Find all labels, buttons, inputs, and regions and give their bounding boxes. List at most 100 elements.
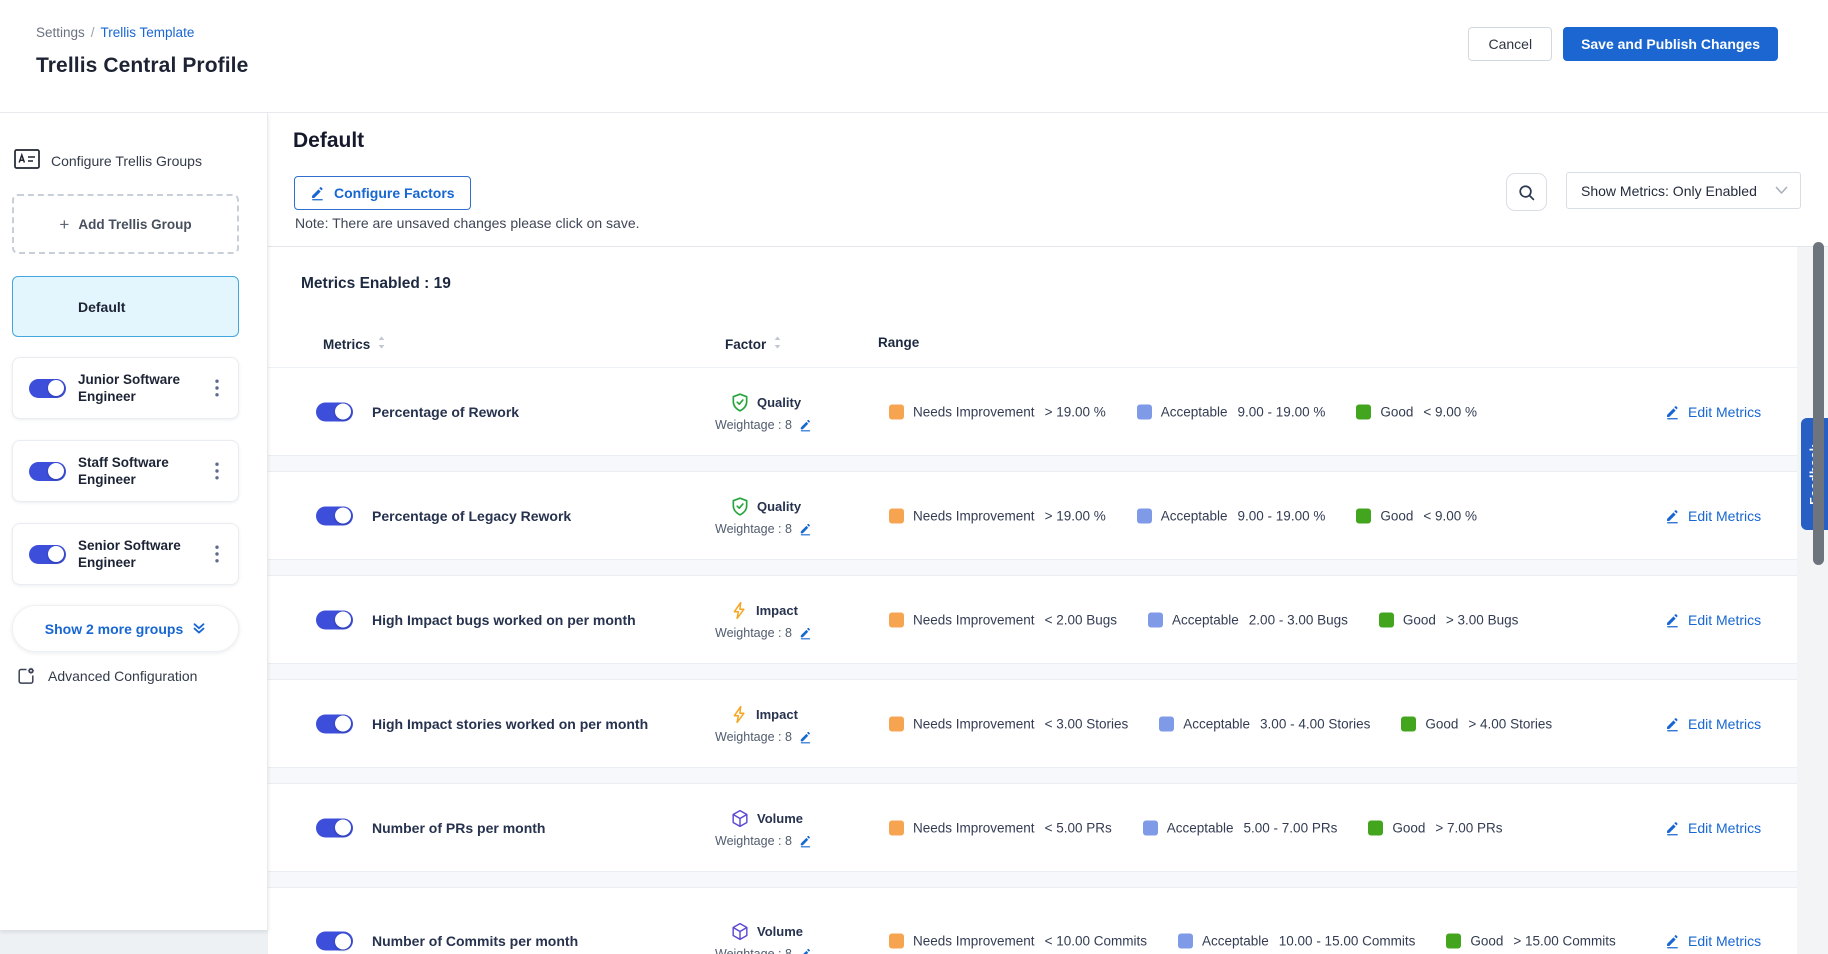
- edit-metrics-link[interactable]: Edit Metrics: [1665, 508, 1761, 524]
- edit-metrics-link[interactable]: Edit Metrics: [1665, 716, 1761, 732]
- chevron-down-icon: [1775, 186, 1788, 195]
- cancel-button[interactable]: Cancel: [1468, 27, 1552, 61]
- metric-enabled-toggle[interactable]: [316, 714, 353, 733]
- range-label: Good: [1380, 508, 1413, 523]
- group-enabled-toggle[interactable]: [29, 545, 66, 564]
- weightage-label: Weightage : 8: [715, 626, 792, 640]
- plus-icon: +: [59, 216, 69, 233]
- search-button[interactable]: [1506, 173, 1547, 211]
- configure-factors-button[interactable]: Configure Factors: [294, 176, 471, 210]
- kebab-menu-icon[interactable]: [208, 458, 226, 484]
- breadcrumb-trellis-template[interactable]: Trellis Template: [101, 25, 195, 40]
- range-color-swatch: [889, 612, 904, 627]
- metric-enabled-toggle[interactable]: [316, 506, 353, 525]
- metric-name: Number of PRs per month: [372, 820, 545, 836]
- range-color-swatch: [889, 508, 904, 523]
- metric-row: Number of PRs per month Volume Weightage :…: [268, 784, 1797, 871]
- range-value: < 5.00 PRs: [1045, 820, 1112, 835]
- pencil-icon: [310, 185, 325, 201]
- range-value: > 7.00 PRs: [1435, 820, 1502, 835]
- weightage-edit-icon[interactable]: [799, 626, 812, 640]
- group-enabled-toggle[interactable]: [29, 462, 66, 481]
- kebab-menu-icon[interactable]: [208, 375, 226, 401]
- range-label: Acceptable: [1161, 404, 1228, 419]
- pencil-icon: [1665, 404, 1680, 420]
- show-metrics-dropdown-value: Show Metrics: Only Enabled: [1581, 183, 1757, 199]
- save-publish-button[interactable]: Save and Publish Changes: [1563, 27, 1778, 61]
- factor-header: Impact: [730, 600, 812, 621]
- metric-name: Percentage of Legacy Rework: [372, 508, 571, 524]
- factor-header: Quality: [730, 496, 812, 517]
- weightage-label: Weightage : 8: [715, 522, 792, 536]
- column-header-factor[interactable]: Factor: [725, 335, 782, 353]
- row-separator: [268, 663, 1797, 680]
- edit-metrics-link[interactable]: Edit Metrics: [1665, 933, 1761, 949]
- metric-row: Percentage of Legacy Rework Quality Weight…: [268, 472, 1797, 559]
- edit-metrics-link[interactable]: Edit Metrics: [1665, 820, 1761, 836]
- breadcrumb-settings[interactable]: Settings: [36, 25, 85, 40]
- range-label: Good: [1403, 612, 1436, 627]
- show-more-groups-button[interactable]: Show 2 more groups: [12, 605, 239, 652]
- range-color-swatch: [1401, 716, 1416, 731]
- range-color-swatch: [1379, 612, 1394, 627]
- range-color-swatch: [1368, 820, 1383, 835]
- range-cell: Needs Improvement< 3.00 Stories Acceptabl…: [889, 716, 1629, 731]
- weightage-label: Weightage : 8: [715, 418, 792, 432]
- weightage-edit-icon[interactable]: [799, 730, 812, 744]
- range-item: Needs Improvement< 3.00 Stories: [889, 716, 1128, 731]
- factor-name: Quality: [757, 499, 801, 514]
- column-header-label: Factor: [725, 337, 766, 352]
- range-label: Good: [1380, 404, 1413, 419]
- row-separator: [268, 455, 1797, 472]
- weightage-edit-icon[interactable]: [799, 834, 812, 848]
- metric-enabled-toggle[interactable]: [316, 610, 353, 629]
- group-enabled-toggle[interactable]: [29, 379, 66, 398]
- volume-cube-icon: [730, 921, 750, 942]
- range-label: Needs Improvement: [913, 404, 1035, 419]
- range-value: 9.00 - 19.00 %: [1238, 508, 1326, 523]
- column-header-metrics[interactable]: Metrics: [323, 335, 386, 353]
- selected-group-title: Default: [293, 129, 364, 153]
- metric-enabled-toggle[interactable]: [316, 818, 353, 837]
- metric-row: Percentage of ReworkQualityWeightage : 8…: [268, 368, 1797, 455]
- metric-enabled-toggle[interactable]: [316, 402, 353, 421]
- range-color-swatch: [1148, 612, 1163, 627]
- column-header-label: Range: [878, 335, 919, 350]
- impact-lightning-icon: [730, 600, 749, 621]
- app-header: Settings / Trellis Template Trellis Cent…: [0, 0, 1828, 113]
- range-value: < 9.00 %: [1423, 404, 1477, 419]
- group-card-default[interactable]: Default: [12, 276, 239, 337]
- advanced-configuration-link[interactable]: Advanced Configuration: [16, 666, 197, 686]
- header-actions: Cancel Save and Publish Changes: [1468, 27, 1778, 61]
- add-trellis-group-button[interactable]: + Add Trellis Group: [12, 194, 239, 254]
- factor-name: Quality: [757, 395, 801, 410]
- vertical-scrollbar-thumb[interactable]: [1813, 242, 1824, 565]
- show-metrics-dropdown[interactable]: Show Metrics: Only Enabled: [1566, 172, 1801, 209]
- weightage-label: Weightage : 8: [715, 834, 792, 848]
- weightage-edit-icon[interactable]: [799, 418, 812, 432]
- group-card[interactable]: Staff Software Engineer: [12, 440, 239, 502]
- group-card[interactable]: Senior Software Engineer: [12, 523, 239, 585]
- pencil-icon: [1665, 820, 1680, 836]
- range-label: Needs Improvement: [913, 820, 1035, 835]
- range-label: Acceptable: [1167, 820, 1234, 835]
- advanced-configuration-label: Advanced Configuration: [48, 668, 197, 684]
- factor-header: Quality: [730, 392, 812, 413]
- breadcrumb: Settings / Trellis Template: [36, 25, 194, 40]
- group-card[interactable]: Junior Software Engineer: [12, 357, 239, 419]
- edit-metrics-link[interactable]: Edit Metrics: [1665, 612, 1761, 628]
- weightage-edit-icon[interactable]: [799, 947, 812, 954]
- weightage-edit-icon[interactable]: [799, 522, 812, 536]
- weightage: Weightage : 8: [715, 947, 812, 954]
- edit-metrics-link[interactable]: Edit Metrics: [1665, 404, 1761, 420]
- range-label: Needs Improvement: [913, 716, 1035, 731]
- sort-icon[interactable]: [773, 335, 782, 353]
- range-item: Acceptable3.00 - 4.00 Stories: [1159, 716, 1370, 731]
- row-separator: [268, 559, 1797, 576]
- factor-header: Volume: [730, 808, 812, 829]
- kebab-menu-icon[interactable]: [208, 541, 226, 567]
- weightage: Weightage : 8: [715, 418, 812, 432]
- range-item: Acceptable5.00 - 7.00 PRs: [1143, 820, 1338, 835]
- sort-icon[interactable]: [377, 335, 386, 353]
- metric-enabled-toggle[interactable]: [316, 932, 353, 951]
